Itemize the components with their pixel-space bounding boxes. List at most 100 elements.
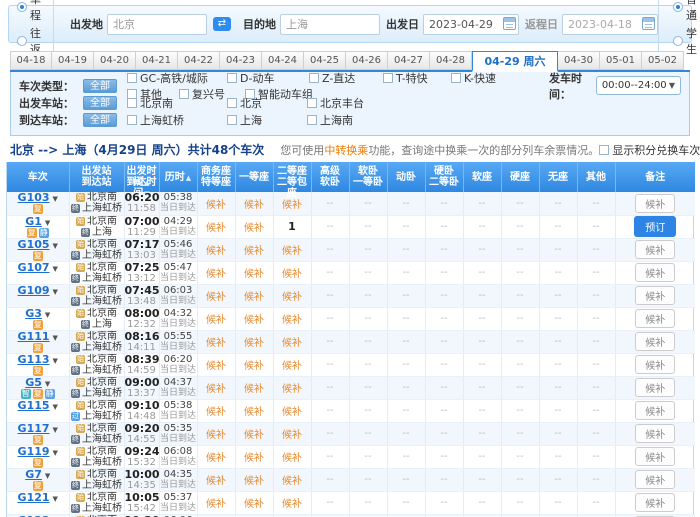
expand-caret-icon[interactable]: ▼ [53, 449, 58, 457]
date-tab[interactable]: 04-27 [388, 51, 430, 70]
expand-caret-icon[interactable]: ▼ [45, 219, 50, 227]
filter-option[interactable]: 上海南 [307, 112, 393, 128]
column-header[interactable]: 出发时间▲ 到达时间▼ [124, 162, 160, 199]
expand-caret-icon[interactable]: ▼ [53, 426, 58, 434]
checkbox-icon[interactable] [127, 114, 137, 125]
to-input[interactable] [280, 13, 380, 35]
waitlist-button[interactable]: 候补 [635, 493, 676, 512]
train-number-link[interactable]: G7 [25, 468, 42, 481]
checkbox-icon[interactable] [599, 144, 610, 155]
waitlist-button[interactable]: 候补 [635, 355, 676, 374]
train-number-link[interactable]: G113 [18, 353, 50, 366]
column-header[interactable]: 其他 [577, 162, 616, 192]
column-header[interactable]: 商务座 特等座 [197, 162, 236, 192]
train-number-link[interactable]: G111 [18, 330, 50, 343]
expand-caret-icon[interactable]: ▼ [53, 357, 58, 365]
radio-selected-icon[interactable] [17, 2, 27, 12]
date-tab[interactable]: 04-22 [178, 51, 220, 70]
show-points-checkbox[interactable]: 显示积分兑换车次 [599, 142, 700, 158]
waitlist-button[interactable]: 候补 [635, 470, 676, 489]
expand-caret-icon[interactable]: ▼ [45, 311, 50, 319]
date-tab[interactable]: 04-20 [94, 51, 136, 70]
expand-caret-icon[interactable]: ▼ [53, 265, 58, 273]
checkbox-icon[interactable] [227, 114, 237, 125]
checkbox-icon[interactable] [227, 72, 237, 83]
checkbox-icon[interactable] [451, 72, 461, 83]
sort-arrow-icon[interactable]: ▲ [186, 174, 191, 182]
checkbox-icon[interactable] [227, 97, 237, 108]
waitlist-button[interactable]: 候补 [635, 193, 676, 213]
column-header[interactable]: 无座 [539, 162, 578, 192]
column-header[interactable]: 软卧 一等卧 [349, 162, 388, 192]
train-type-all-button[interactable]: 全部 [83, 78, 117, 93]
date-tab[interactable]: 04-28 [430, 51, 472, 70]
calendar-icon[interactable] [503, 17, 516, 30]
column-header[interactable]: 备注 [615, 162, 695, 192]
waitlist-button[interactable]: 候补 [635, 286, 676, 305]
waitlist-button[interactable]: 候补 [635, 401, 676, 420]
train-number-link[interactable]: G115 [18, 399, 50, 412]
radio-icon[interactable] [17, 36, 27, 46]
filter-option[interactable]: 上海 [227, 112, 307, 128]
arrive-station-all-button[interactable]: 全部 [83, 112, 117, 127]
column-header[interactable]: 一等座 [235, 162, 274, 192]
depart-time-select[interactable]: 00:00--24:00 ▼ [595, 76, 681, 95]
expand-caret-icon[interactable]: ▼ [45, 380, 50, 388]
checkbox-icon[interactable] [127, 72, 137, 83]
checkbox-icon[interactable] [309, 72, 319, 83]
transfer-link[interactable]: 中转换乘 [324, 144, 368, 157]
train-number-link[interactable]: G1 [25, 215, 42, 228]
expand-caret-icon[interactable]: ▼ [53, 288, 58, 296]
expand-caret-icon[interactable]: ▼ [53, 334, 58, 342]
waitlist-button[interactable]: 候补 [635, 240, 676, 259]
filter-option[interactable]: T-特快 [383, 70, 451, 86]
expand-caret-icon[interactable]: ▼ [53, 195, 58, 203]
waitlist-button[interactable]: 候补 [635, 378, 676, 397]
book-button[interactable]: 预订 [634, 216, 677, 237]
expand-caret-icon[interactable]: ▼ [53, 403, 58, 411]
filter-option[interactable]: Z-直达 [309, 70, 383, 86]
date-tab[interactable]: 05-02 [642, 51, 684, 70]
expand-caret-icon[interactable]: ▼ [53, 495, 58, 503]
train-number-link[interactable]: G5 [25, 376, 42, 389]
radio-icon[interactable] [673, 36, 683, 46]
train-number-link[interactable]: G3 [25, 307, 42, 320]
expand-caret-icon[interactable]: ▼ [45, 472, 50, 480]
filter-option[interactable]: K-快速 [451, 70, 523, 86]
checkbox-icon[interactable] [307, 97, 317, 108]
column-header[interactable]: 动卧 [387, 162, 426, 192]
one-way-radio[interactable]: 单程 [17, 0, 41, 23]
train-number-link[interactable]: G119 [18, 445, 50, 458]
column-header[interactable]: 车次 [7, 162, 70, 192]
date-tab[interactable]: 04-23 [220, 51, 262, 70]
train-number-link[interactable]: G121 [18, 491, 50, 504]
date-tab[interactable]: 04-18 [10, 51, 52, 70]
swap-stations-icon[interactable]: ⇄ [213, 17, 231, 31]
filter-option[interactable]: 北京丰台 [307, 95, 393, 111]
calendar-icon[interactable] [642, 17, 655, 30]
waitlist-button[interactable]: 候补 [635, 424, 676, 443]
date-tab[interactable]: 04-19 [52, 51, 94, 70]
from-input[interactable] [107, 13, 207, 35]
expand-caret-icon[interactable]: ▼ [53, 242, 58, 250]
column-header[interactable]: 历时▲ [159, 162, 198, 192]
date-tab[interactable]: 04-30 [558, 51, 600, 70]
column-header[interactable]: 硬座 [501, 162, 540, 192]
column-header[interactable]: 软座 [463, 162, 502, 192]
date-tab[interactable]: 05-01 [600, 51, 642, 70]
date-tab[interactable]: 04-25 [304, 51, 346, 70]
column-header[interactable]: 硬卧 二等卧 [425, 162, 464, 192]
checkbox-icon[interactable] [307, 114, 317, 125]
waitlist-button[interactable]: 候补 [635, 309, 676, 328]
checkbox-icon[interactable] [127, 97, 137, 108]
train-number-link[interactable]: G107 [18, 261, 50, 274]
depart-station-all-button[interactable]: 全部 [83, 95, 117, 110]
train-number-link[interactable]: G109 [18, 284, 50, 297]
date-tab[interactable]: 04-26 [346, 51, 388, 70]
train-number-link[interactable]: G105 [18, 238, 50, 251]
filter-option[interactable]: 上海虹桥 [127, 112, 227, 128]
filter-option[interactable]: GC-高铁/城际 [127, 70, 227, 86]
column-header[interactable]: 出发站 到达站 [69, 162, 125, 192]
checkbox-icon[interactable] [383, 72, 393, 83]
date-tab[interactable]: 04-21 [136, 51, 178, 70]
